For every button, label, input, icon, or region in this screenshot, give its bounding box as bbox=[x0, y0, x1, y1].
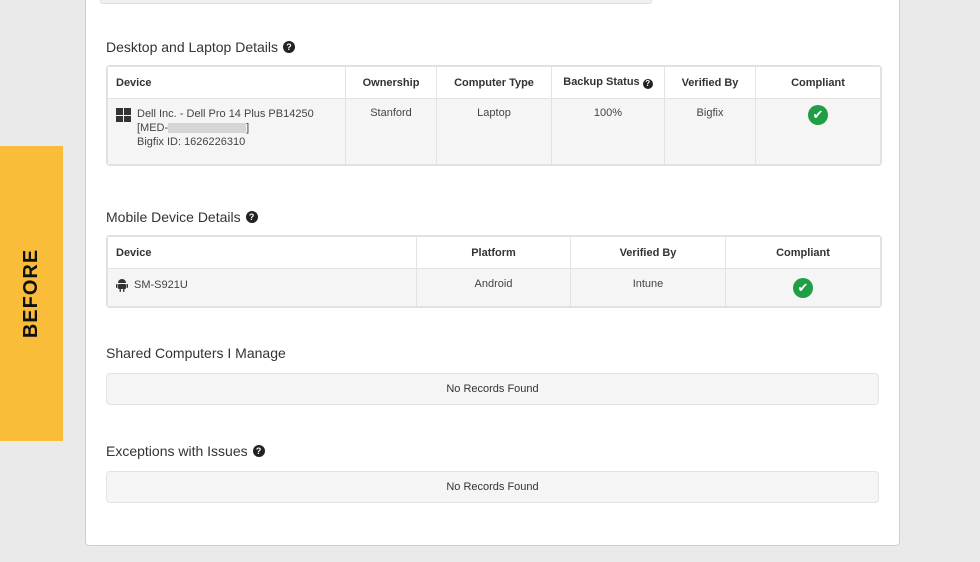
shared-empty-state: No Records Found bbox=[106, 373, 879, 405]
col-computer-type: Computer Type bbox=[436, 66, 552, 99]
device-id-prefix: [MED- bbox=[137, 122, 169, 134]
device-cell: SM-S921U bbox=[107, 268, 417, 307]
col-platform: Platform bbox=[416, 236, 571, 269]
table-row: SM-S921U Android Intune ✔ bbox=[107, 268, 881, 307]
device-id-line: [MED-] bbox=[137, 121, 314, 135]
top-search-bar[interactable] bbox=[100, 0, 652, 4]
col-verified-by: Verified By bbox=[664, 66, 756, 99]
shared-title-text: Shared Computers I Manage bbox=[106, 345, 286, 361]
help-icon[interactable]: ? bbox=[283, 41, 295, 53]
col-device: Device bbox=[107, 66, 346, 99]
desktop-title-text: Desktop and Laptop Details bbox=[106, 39, 278, 55]
backup-status-cell: 100% bbox=[551, 98, 665, 165]
mobile-table: Device Platform Verified By Compliant SM… bbox=[106, 235, 882, 308]
verified-by-cell: Bigfix bbox=[664, 98, 756, 165]
android-icon bbox=[116, 278, 128, 292]
bigfix-id: Bigfix ID: 1626226310 bbox=[137, 136, 246, 148]
help-icon[interactable]: ? bbox=[245, 211, 258, 223]
col-ownership: Ownership bbox=[345, 66, 437, 99]
table-header-row: Device Ownership Computer Type Backup St… bbox=[107, 66, 881, 99]
desktop-table: Device Ownership Computer Type Backup St… bbox=[106, 65, 882, 166]
help-icon[interactable]: ? bbox=[252, 445, 265, 457]
mobile-section-title: Mobile Device Details ? bbox=[106, 209, 258, 225]
table-row: Dell Inc. - Dell Pro 14 Plus PB14250 [ME… bbox=[107, 98, 881, 165]
exceptions-empty-state: No Records Found bbox=[106, 471, 879, 503]
desktop-section-title: Desktop and Laptop Details ? bbox=[106, 39, 295, 55]
table-header-row: Device Platform Verified By Compliant bbox=[107, 236, 881, 269]
exceptions-title-text: Exceptions with Issues bbox=[106, 443, 248, 459]
windows-icon bbox=[116, 108, 131, 122]
col-verified-by: Verified By bbox=[570, 236, 726, 269]
exceptions-section-title: Exceptions with Issues ? bbox=[106, 443, 265, 459]
before-label: BEFORE bbox=[20, 248, 42, 339]
computer-type-cell: Laptop bbox=[436, 98, 552, 165]
compliant-cell: ✔ bbox=[755, 98, 881, 165]
redacted-block bbox=[168, 123, 247, 134]
device-id-suffix: ] bbox=[246, 122, 250, 134]
device-name: Dell Inc. - Dell Pro 14 Plus PB14250 bbox=[137, 108, 314, 120]
device-name: SM-S921U bbox=[134, 279, 188, 291]
col-compliant: Compliant bbox=[755, 66, 881, 99]
ownership-cell: Stanford bbox=[345, 98, 437, 165]
verified-by-cell: Intune bbox=[570, 268, 726, 307]
check-icon: ✔ bbox=[793, 278, 813, 298]
mobile-title-text: Mobile Device Details bbox=[106, 209, 241, 225]
shared-section-title: Shared Computers I Manage bbox=[106, 345, 286, 361]
main-panel: Desktop and Laptop Details ? Device Owne… bbox=[85, 0, 900, 546]
compliant-cell: ✔ bbox=[725, 268, 881, 307]
check-icon: ✔ bbox=[808, 105, 828, 125]
col-device: Device bbox=[107, 236, 417, 269]
platform-cell: Android bbox=[416, 268, 571, 307]
device-cell: Dell Inc. - Dell Pro 14 Plus PB14250 [ME… bbox=[107, 98, 346, 165]
col-backup-status: Backup Status ? bbox=[551, 66, 665, 99]
col-compliant: Compliant bbox=[725, 236, 881, 269]
help-icon[interactable]: ? bbox=[642, 79, 653, 89]
before-badge: BEFORE bbox=[0, 146, 63, 441]
col-backup-status-label: Backup Status bbox=[563, 76, 640, 88]
